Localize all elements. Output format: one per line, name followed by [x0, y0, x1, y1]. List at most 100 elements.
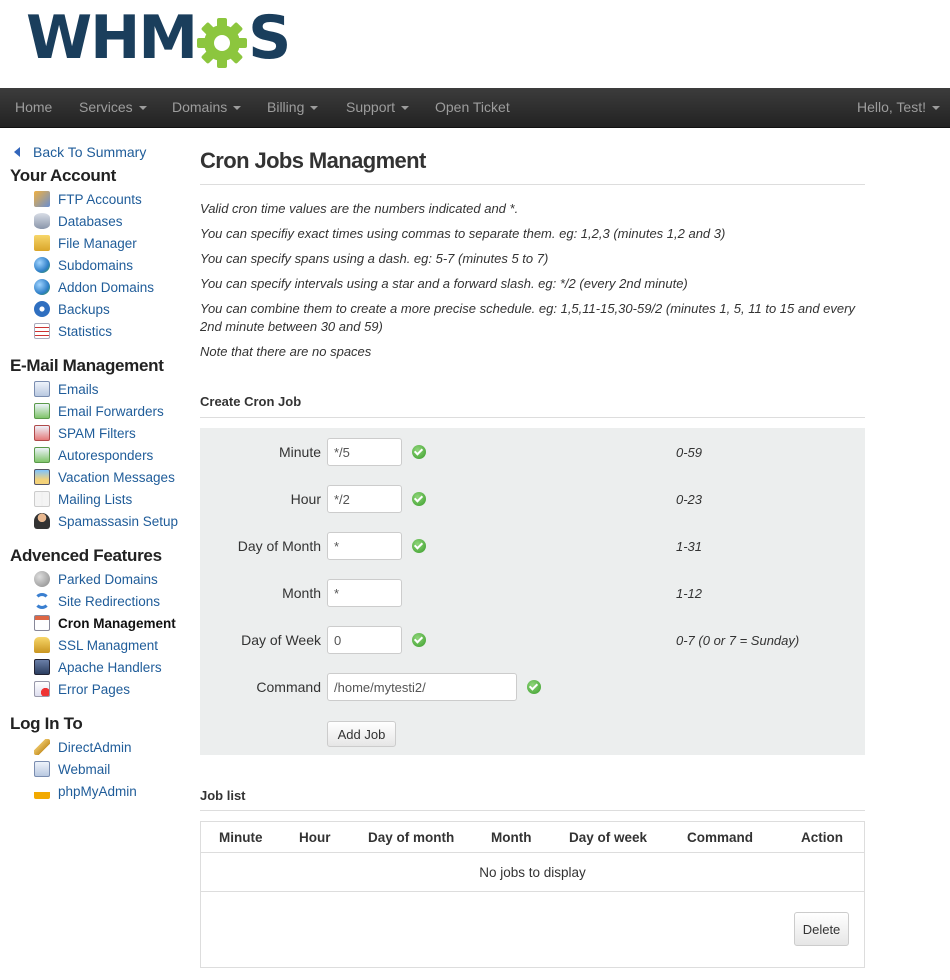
sidebar-item-ssl-managment[interactable]: SSL Managment	[34, 636, 158, 654]
caret-down-icon	[401, 106, 410, 111]
day-of-week-input[interactable]	[327, 626, 402, 654]
table-header: Minute Hour Day of month Month Day of we…	[201, 822, 864, 853]
logo-text-right: S	[248, 3, 291, 73]
server-icon	[34, 659, 50, 675]
valid-check-icon	[412, 492, 426, 506]
column-day-of-month: Day of month	[368, 830, 455, 845]
sidebar-item-emails[interactable]: Emails	[34, 380, 99, 398]
sidebar-item-label: Email Forwarders	[58, 403, 164, 419]
info-line: You can specify intervals using a star a…	[200, 276, 688, 291]
hour-input[interactable]	[327, 485, 402, 513]
sidebar-item-webmail[interactable]: Webmail	[34, 760, 110, 778]
caret-down-icon	[932, 106, 940, 111]
sidebar-item-autoresponders[interactable]: Autoresponders	[34, 446, 153, 464]
minute-input[interactable]	[327, 438, 402, 466]
lock-icon	[34, 637, 50, 653]
sidebar-item-label: Cron Management	[58, 615, 176, 631]
hour-hint: 0-23	[676, 492, 703, 507]
nav-domains[interactable]: Domains	[172, 88, 242, 128]
redirect-icon	[34, 593, 50, 609]
logo-text-left: WHM	[26, 3, 198, 73]
info-line: You can combine them to create a more pr…	[200, 301, 855, 334]
sidebar-item-site-redirections[interactable]: Site Redirections	[34, 592, 160, 610]
sidebar-item-databases[interactable]: Databases	[34, 212, 123, 230]
ftp-accounts-icon	[34, 191, 50, 207]
nav-label: Domains	[172, 99, 228, 115]
sidebar-heading-advanced-features: Advenced Features	[10, 546, 162, 565]
sidebar-item-file-manager[interactable]: File Manager	[34, 234, 137, 252]
sidebar-item-label: Vacation Messages	[58, 469, 175, 485]
info-line: Note that there are no spaces	[200, 344, 372, 359]
sidebar-item-label: File Manager	[58, 235, 137, 251]
sidebar-item-backups[interactable]: Backups	[34, 300, 110, 318]
sidebar-item-statistics[interactable]: Statistics	[34, 322, 112, 340]
palm-tree-icon	[34, 469, 50, 485]
month-input[interactable]	[327, 579, 402, 607]
command-label: Command	[256, 679, 321, 695]
back-arrow-icon	[14, 147, 20, 157]
nav-open-ticket[interactable]: Open Ticket	[435, 88, 510, 128]
sidebar-item-error-pages[interactable]: Error Pages	[34, 680, 130, 698]
minute-hint: 0-59	[676, 445, 703, 460]
sidebar-item-directadmin[interactable]: DirectAdmin	[34, 738, 132, 756]
sidebar-item-label: SSL Managment	[58, 637, 159, 653]
nav-label: Home	[15, 99, 53, 115]
sidebar-item-label: DirectAdmin	[58, 739, 132, 755]
backup-icon	[34, 301, 50, 317]
add-job-button[interactable]: Add Job	[327, 721, 396, 747]
caret-down-icon	[138, 106, 147, 111]
sidebar-item-apache-handlers[interactable]: Apache Handlers	[34, 658, 162, 676]
empty-table-message: No jobs to display	[201, 853, 864, 892]
sidebar-item-label: Autoresponders	[58, 447, 154, 463]
nav-billing[interactable]: Billing	[267, 88, 319, 128]
column-month: Month	[491, 830, 532, 845]
day-of-week-label: Day of Week	[241, 632, 321, 648]
nav-services[interactable]: Services	[79, 88, 147, 128]
sidebar-item-spamassasin-setup[interactable]: Spamassasin Setup	[34, 512, 178, 530]
sidebar-item-ftp-accounts[interactable]: FTP Accounts	[34, 190, 142, 208]
create-cron-job-heading: Create Cron Job	[200, 394, 302, 409]
sidebar-item-subdomains[interactable]: Subdomains	[34, 256, 133, 274]
envelope-icon	[34, 381, 50, 397]
envelope-block-icon	[34, 425, 50, 441]
globe-icon	[34, 257, 50, 273]
sidebar-item-spam-filters[interactable]: SPAM Filters	[34, 424, 136, 442]
month-hint: 1-12	[676, 586, 703, 601]
globe-add-icon	[34, 279, 50, 295]
parked-domain-icon	[34, 571, 50, 587]
nav-label: Support	[346, 99, 396, 115]
nav-label: Open Ticket	[435, 99, 510, 115]
command-input[interactable]	[327, 673, 517, 701]
sidebar-item-vacation-messages[interactable]: Vacation Messages	[34, 468, 175, 486]
sidebar-heading-email-management: E-Mail Management	[10, 356, 164, 375]
sidebar-heading-log-in-to: Log In To	[10, 714, 83, 733]
nav-home[interactable]: Home	[15, 88, 52, 128]
hour-label: Hour	[290, 491, 321, 507]
back-to-summary-link[interactable]: Back To Summary	[14, 144, 146, 160]
nav-support[interactable]: Support	[346, 88, 410, 128]
sidebar-item-label: Error Pages	[58, 681, 131, 697]
day-of-month-input[interactable]	[327, 532, 402, 560]
delete-button[interactable]: Delete	[794, 912, 849, 946]
day-of-month-label: Day of Month	[237, 538, 321, 554]
caret-down-icon	[310, 106, 319, 111]
sidebar-item-mailing-lists[interactable]: Mailing Lists	[34, 490, 132, 508]
error-page-icon	[34, 681, 50, 697]
sidebar-item-phpmyadmin[interactable]: phpMyAdmin	[34, 782, 137, 800]
valid-check-icon	[527, 680, 541, 694]
info-line: You can specifiy exact times using comma…	[200, 226, 726, 241]
sidebar-item-cron-management[interactable]: Cron Management	[34, 614, 176, 632]
sidebar-item-addon-domains[interactable]: Addon Domains	[34, 278, 154, 296]
sidebar-item-label: FTP Accounts	[58, 191, 142, 207]
create-cron-form: Minute 0-59 Hour 0-23 Day of Month 1-31 …	[200, 428, 865, 755]
nav-user-menu[interactable]: Hello, Test!	[857, 88, 940, 128]
sidebar-item-label: Site Redirections	[58, 593, 161, 609]
sidebar-item-email-forwarders[interactable]: Email Forwarders	[34, 402, 164, 420]
whmcs-logo[interactable]: WHM S	[26, 3, 291, 73]
sidebar-item-label: Webmail	[58, 761, 111, 777]
sidebar-item-label: SPAM Filters	[58, 425, 136, 441]
info-line: You can specify spans using a dash. eg: …	[200, 251, 549, 266]
sidebar-item-parked-domains[interactable]: Parked Domains	[34, 570, 158, 588]
book-icon	[34, 491, 50, 507]
valid-check-icon	[412, 633, 426, 647]
